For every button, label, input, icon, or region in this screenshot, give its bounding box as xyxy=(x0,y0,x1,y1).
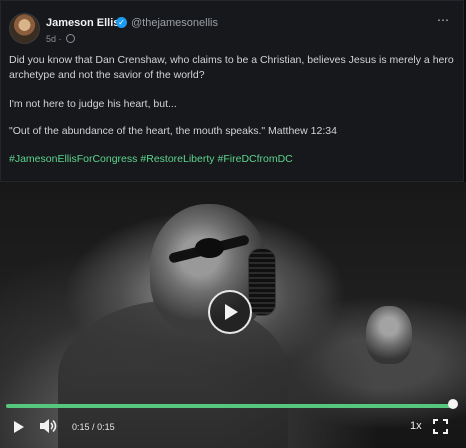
post-meta: 5d · xyxy=(46,34,76,44)
video-progress-bar[interactable] xyxy=(6,404,456,408)
globe-icon xyxy=(66,34,76,43)
video-subject-hand xyxy=(366,306,412,364)
fullscreen-icon[interactable] xyxy=(433,419,448,434)
play-icon[interactable] xyxy=(13,420,25,434)
play-icon xyxy=(225,304,238,320)
center-play-button[interactable] xyxy=(208,290,252,334)
author-name[interactable]: Jameson Ellis xyxy=(46,17,119,29)
author-handle[interactable]: @thejamesonellis xyxy=(131,17,218,29)
verified-badge-icon: ✓ xyxy=(116,17,127,28)
video-subject-eyecover xyxy=(195,238,224,258)
time-separator: / xyxy=(92,422,95,432)
avatar[interactable] xyxy=(9,13,40,44)
meta-separator: · xyxy=(58,34,62,44)
duration: 0:15 xyxy=(97,422,115,432)
hashtag-link[interactable]: #JamesonEllisForCongress xyxy=(9,153,137,165)
post-card: Jameson Ellis ✓ @thejamesonellis 5d · ⋯ … xyxy=(0,0,464,182)
video-player[interactable]: 0:15 / 0:15 1x xyxy=(0,182,466,448)
more-options-icon[interactable]: ⋯ xyxy=(437,13,450,27)
hashtag-link[interactable]: #FireDCfromDC xyxy=(218,153,293,165)
video-progress-fill xyxy=(6,404,456,408)
volume-icon[interactable] xyxy=(39,418,57,434)
video-progress-handle[interactable] xyxy=(448,399,458,409)
time-display: 0:15 / 0:15 xyxy=(72,422,115,432)
current-time: 0:15 xyxy=(72,422,90,432)
playback-speed-button[interactable]: 1x xyxy=(410,420,422,432)
post-timestamp[interactable]: 5d xyxy=(46,34,56,44)
hashtags-line: #JamesonEllisForCongress #RestoreLiberty #… xyxy=(9,152,457,167)
post-paragraph-3: "Out of the abundance of the heart, the … xyxy=(9,125,337,137)
hashtag-link[interactable]: #RestoreLiberty xyxy=(140,153,214,165)
post-paragraph-2: I'm not here to judge his heart, but... xyxy=(9,98,177,110)
studio-microphone xyxy=(248,248,276,316)
post-paragraph-1: Did you know that Dan Crenshaw, who clai… xyxy=(9,54,454,81)
